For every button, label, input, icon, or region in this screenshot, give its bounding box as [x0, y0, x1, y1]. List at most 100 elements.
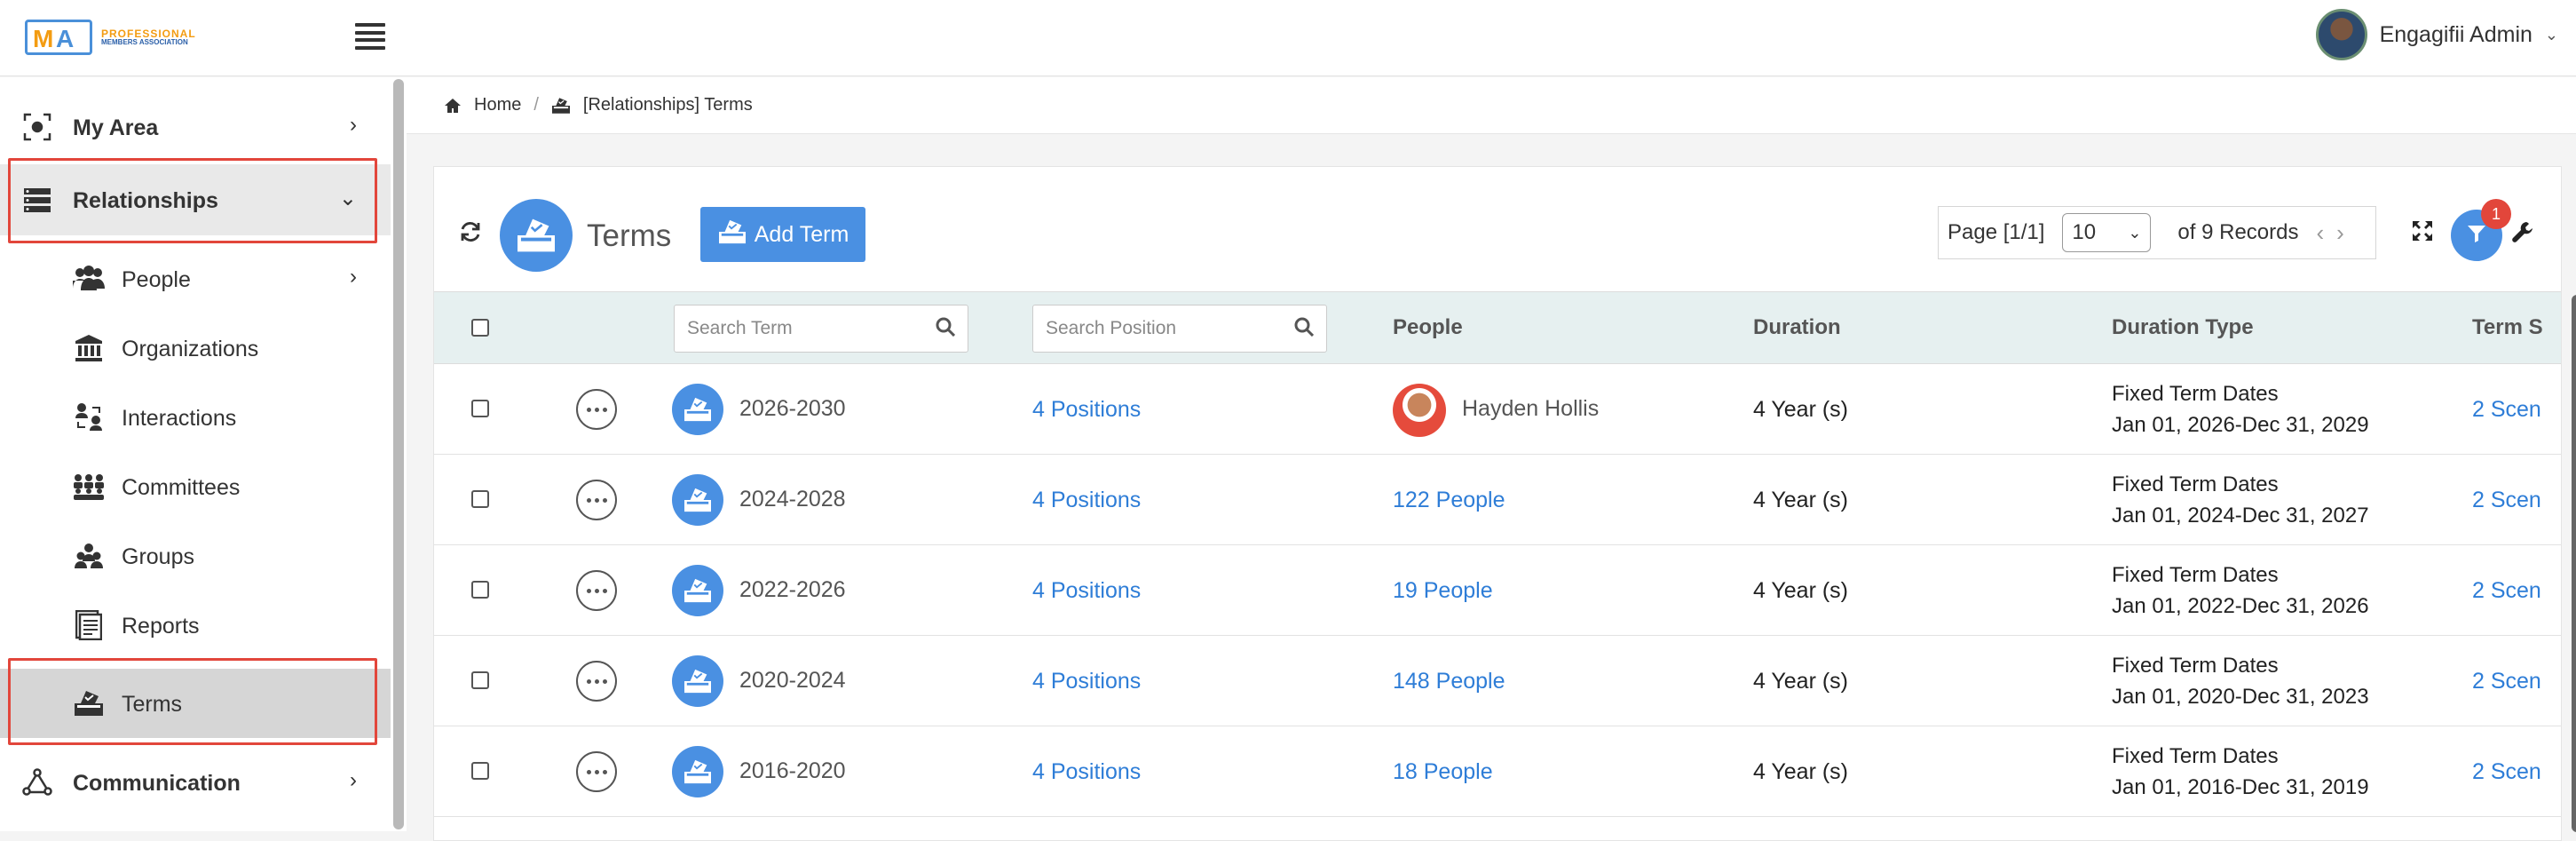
- search-term-field[interactable]: [674, 305, 968, 353]
- sidebar-item-relationships[interactable]: Relationships ⌄: [0, 164, 391, 235]
- column-header-people[interactable]: People: [1393, 315, 1463, 340]
- chevron-right-icon: ›: [350, 113, 357, 137]
- sidebar-item-terms[interactable]: Terms: [0, 669, 391, 738]
- search-icon[interactable]: [936, 317, 956, 341]
- row-checkbox[interactable]: [471, 490, 489, 508]
- term-name[interactable]: 2022-2026: [739, 577, 846, 603]
- table-row: 2020-2024 4 Positions 148 People 4 Year (s)…: [434, 636, 2561, 726]
- sidebar-item-communication[interactable]: Communication ›: [0, 759, 391, 805]
- page-label: Page [1/1]: [1948, 220, 2045, 244]
- sidebar: My Area › Relationships ⌄ People › Organ…: [0, 77, 391, 831]
- table-row: 2024-2028 4 Positions 122 People 4 Year (s)…: [434, 455, 2561, 545]
- committee-icon: [71, 469, 107, 504]
- logo-text: PROFESSIONAL MEMBERS ASSOCIATION: [101, 27, 196, 47]
- duration-type-cell: Fixed Term Dates Jan 01, 2026-Dec 31, 202…: [2112, 378, 2369, 440]
- card-header: Terms Add Term Page [1/1] 10 ⌄ of 9 Reco…: [434, 167, 2561, 291]
- page-size-select[interactable]: 10 ⌄: [2062, 213, 2152, 252]
- row-checkbox[interactable]: [471, 762, 489, 780]
- refresh-icon[interactable]: [459, 220, 482, 248]
- duration-value: 4 Year (s): [1753, 669, 1849, 694]
- table-scrollbar[interactable]: [2570, 295, 2576, 832]
- group-icon: [71, 538, 107, 574]
- positions-link[interactable]: 4 Positions: [1032, 669, 1141, 694]
- svg-text:A: A: [56, 25, 74, 52]
- filter-icon: [2467, 224, 2486, 248]
- positions-link[interactable]: 4 Positions: [1032, 397, 1141, 423]
- column-header-term-s[interactable]: Term S: [2472, 315, 2543, 340]
- column-header-duration[interactable]: Duration: [1753, 315, 1841, 340]
- table-row: 2026-2030 4 Positions Hayden Hollis 4 Year …: [434, 364, 2561, 455]
- people-link[interactable]: 122 People: [1393, 488, 1505, 513]
- sidebar-item-my-area[interactable]: My Area ›: [0, 104, 391, 150]
- person-name[interactable]: Hayden Hollis: [1462, 396, 1599, 422]
- term-name[interactable]: 2026-2030: [739, 396, 846, 422]
- sidebar-item-organizations[interactable]: Organizations: [0, 317, 391, 379]
- breadcrumb-home[interactable]: Home: [474, 95, 521, 115]
- terms-badge-icon: [500, 199, 573, 272]
- next-page-icon[interactable]: ›: [2336, 219, 2344, 247]
- more-options-icon[interactable]: [576, 389, 617, 430]
- interaction-icon: [71, 400, 107, 435]
- column-header-duration-type[interactable]: Duration Type: [2112, 315, 2254, 340]
- ballot-icon: [672, 474, 723, 526]
- row-checkbox[interactable]: [471, 671, 489, 689]
- scenarios-link[interactable]: 2 Scen: [2472, 578, 2541, 604]
- sidebar-item-people[interactable]: People ›: [0, 248, 391, 310]
- terms-card: Terms Add Term Page [1/1] 10 ⌄ of 9 Reco…: [433, 166, 2576, 841]
- more-options-icon[interactable]: [576, 751, 617, 792]
- sidebar-item-label: Relationships: [73, 188, 218, 213]
- filter-count-badge: 1: [2481, 199, 2511, 229]
- term-name[interactable]: 2024-2028: [739, 487, 846, 512]
- people-link[interactable]: 148 People: [1393, 669, 1505, 694]
- people-link[interactable]: 18 People: [1393, 759, 1493, 785]
- ballot-icon: [672, 655, 723, 707]
- search-term-input[interactable]: [687, 318, 936, 339]
- term-name[interactable]: 2016-2020: [739, 758, 846, 784]
- scenarios-link[interactable]: 2 Scen: [2472, 397, 2541, 423]
- menu-toggle-button[interactable]: [355, 23, 385, 50]
- sidebar-item-interactions[interactable]: Interactions: [0, 386, 391, 448]
- search-icon[interactable]: [1294, 317, 1315, 341]
- chevron-right-icon: ›: [350, 768, 357, 792]
- top-bar: M A PROFESSIONAL MEMBERS ASSOCIATION Eng…: [0, 0, 2576, 76]
- ballot-icon: [672, 746, 723, 797]
- duration-type-cell: Fixed Term Dates Jan 01, 2016-Dec 31, 201…: [2112, 741, 2369, 803]
- table-row: 2016-2020 4 Positions 18 People 4 Year (s) F…: [434, 726, 2561, 817]
- sidebar-item-label: Reports: [122, 614, 200, 639]
- scenarios-link[interactable]: 2 Scen: [2472, 759, 2541, 785]
- positions-link[interactable]: 4 Positions: [1032, 488, 1141, 513]
- avatar[interactable]: [1393, 384, 1446, 437]
- report-icon: [71, 607, 107, 643]
- breadcrumb-separator: /: [533, 95, 539, 115]
- sidebar-item-label: My Area: [73, 115, 159, 140]
- more-options-icon[interactable]: [576, 661, 617, 702]
- more-options-icon[interactable]: [576, 570, 617, 611]
- bank-icon: [71, 330, 107, 366]
- term-name[interactable]: 2020-2024: [739, 668, 846, 694]
- user-menu[interactable]: Engagifii Admin ⌄: [2315, 9, 2558, 60]
- logo[interactable]: M A PROFESSIONAL MEMBERS ASSOCIATION: [25, 20, 196, 55]
- sidebar-scrollbar[interactable]: [391, 77, 407, 831]
- row-checkbox[interactable]: [471, 400, 489, 417]
- prev-page-icon[interactable]: ‹: [2317, 219, 2325, 247]
- search-position-input[interactable]: [1046, 318, 1294, 339]
- chevron-down-icon: ⌄: [2544, 25, 2558, 44]
- sidebar-item-reports[interactable]: Reports: [0, 594, 391, 656]
- wrench-icon[interactable]: [2511, 220, 2534, 248]
- scenarios-link[interactable]: 2 Scen: [2472, 669, 2541, 694]
- expand-icon[interactable]: [2412, 220, 2433, 246]
- more-options-icon[interactable]: [576, 480, 617, 520]
- positions-link[interactable]: 4 Positions: [1032, 578, 1141, 604]
- sidebar-item-groups[interactable]: Groups: [0, 525, 391, 587]
- duration-dates: Jan 01, 2016-Dec 31, 2019: [2112, 775, 2369, 799]
- positions-link[interactable]: 4 Positions: [1032, 759, 1141, 785]
- duration-dates: Jan 01, 2024-Dec 31, 2027: [2112, 504, 2369, 528]
- search-position-field[interactable]: [1032, 305, 1327, 353]
- row-checkbox[interactable]: [471, 581, 489, 599]
- people-link[interactable]: 19 People: [1393, 578, 1493, 604]
- scenarios-link[interactable]: 2 Scen: [2472, 488, 2541, 513]
- add-term-button[interactable]: Add Term: [700, 207, 865, 262]
- select-all-checkbox[interactable]: [471, 319, 489, 337]
- sidebar-item-committees[interactable]: Committees: [0, 456, 391, 518]
- duration-type-cell: Fixed Term Dates Jan 01, 2020-Dec 31, 202…: [2112, 650, 2369, 712]
